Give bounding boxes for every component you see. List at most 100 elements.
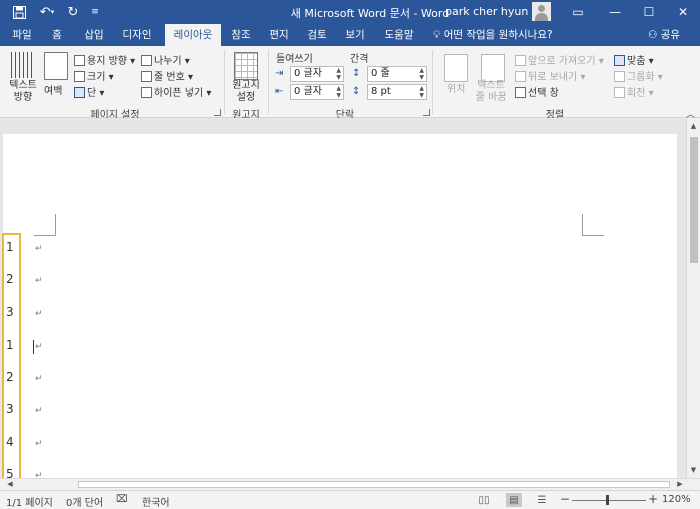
- spacing-before-input[interactable]: 0 줄 ▲ ▼: [367, 66, 427, 82]
- print-layout-icon[interactable]: ▤: [506, 493, 522, 507]
- horizontal-scroll-thumb[interactable]: [78, 481, 670, 488]
- zoom-out-button[interactable]: −: [560, 492, 570, 506]
- horizontal-scrollbar[interactable]: ◀ ▶: [0, 478, 700, 490]
- selection-pane-label: 선택 창: [528, 88, 559, 99]
- page-setup-launcher-icon[interactable]: [214, 109, 221, 116]
- language-indicator[interactable]: 한국어: [142, 494, 170, 509]
- breaks-label: 나누기: [154, 56, 182, 67]
- tab-design[interactable]: 디자인: [114, 24, 160, 46]
- rotate-label: 회전: [627, 88, 646, 99]
- zoom-level[interactable]: 120%: [662, 494, 691, 505]
- paragraph-mark-icon: ↵: [35, 406, 43, 416]
- vertical-scrollbar[interactable]: ▲ ▼: [686, 118, 700, 478]
- user-name[interactable]: park cher hyun: [445, 5, 528, 18]
- manuscript-icon: [234, 52, 258, 80]
- indent-right-input[interactable]: 0 글자 ▲ ▼: [290, 84, 344, 100]
- tab-insert[interactable]: 삽입: [76, 24, 112, 46]
- ruler: [0, 118, 686, 134]
- word-count[interactable]: 0개 단어: [66, 494, 103, 509]
- zoom-slider[interactable]: [572, 500, 646, 501]
- redo-icon[interactable]: ↻: [64, 3, 82, 21]
- hyphenation-label: 하이픈 넣기: [154, 88, 204, 99]
- paragraph-mark-icon: ↵: [35, 276, 43, 286]
- share-button[interactable]: ⚇ 공유: [648, 24, 680, 46]
- breaks-button[interactable]: 나누기 ▾: [141, 52, 190, 67]
- page-count[interactable]: 1/1 페이지: [6, 494, 53, 509]
- tab-home[interactable]: 홈: [46, 24, 68, 46]
- person-icon: ⚇: [648, 29, 658, 41]
- proofing-icon[interactable]: ⌧: [116, 494, 128, 505]
- tab-references[interactable]: 참조: [224, 24, 258, 46]
- tab-help[interactable]: 도움말: [376, 24, 422, 46]
- paragraph-launcher-icon[interactable]: [423, 109, 430, 116]
- hyphenation-button[interactable]: 하이픈 넣기 ▾: [141, 84, 211, 99]
- spinner-arrows-icon[interactable]: ▲ ▼: [336, 67, 341, 81]
- align-button[interactable]: 맞춤 ▾: [614, 52, 654, 67]
- indent-right-value: 0 글자: [294, 86, 322, 97]
- customize-icon[interactable]: ≡: [86, 3, 104, 21]
- paragraph-mark-icon: ↵: [35, 439, 43, 449]
- scroll-down-icon[interactable]: ▼: [687, 464, 700, 476]
- paragraph-mark-icon: ↵: [35, 244, 43, 254]
- paragraph-mark-icon: ↵: [35, 342, 43, 352]
- send-backward-button[interactable]: 뒤로 보내기 ▾: [515, 68, 585, 83]
- orientation-button[interactable]: 용지 방향 ▾: [74, 52, 135, 67]
- web-layout-icon[interactable]: ☰: [534, 493, 550, 507]
- line-numbers-icon: [141, 71, 152, 82]
- minimize-button[interactable]: —: [598, 0, 632, 24]
- avatar[interactable]: [532, 2, 551, 21]
- columns-icon: [74, 87, 85, 98]
- columns-button[interactable]: 단 ▾: [74, 84, 104, 99]
- group-button[interactable]: 그룹화 ▾: [614, 68, 663, 83]
- selection-pane-icon: [515, 87, 526, 98]
- tell-me-search[interactable]: 💡︎ 어떤 작업을 원하시나요?: [433, 24, 553, 46]
- position-icon: [444, 54, 468, 82]
- align-label: 맞춤: [627, 56, 646, 67]
- maximize-button[interactable]: ☐: [632, 0, 666, 24]
- send-backward-label: 뒤로 보내기: [528, 72, 578, 83]
- save-icon[interactable]: [10, 3, 28, 21]
- spinner-arrows-icon[interactable]: ▲ ▼: [336, 85, 341, 99]
- indent-left-input[interactable]: 0 글자 ▲ ▼: [290, 66, 344, 82]
- tab-view[interactable]: 보기: [338, 24, 372, 46]
- tab-file[interactable]: 파일: [6, 24, 38, 46]
- manuscript-settings-button[interactable]: 원고지 설정: [228, 80, 264, 104]
- close-button[interactable]: ✕: [666, 0, 700, 24]
- size-label: 크기: [87, 72, 106, 83]
- align-icon: [614, 55, 625, 66]
- bring-forward-icon: [515, 55, 526, 66]
- tell-me-label: 어떤 작업을 원하시나요?: [443, 29, 553, 41]
- paragraph-mark-icon: ↵: [35, 374, 43, 384]
- scroll-left-icon[interactable]: ◀: [4, 479, 16, 490]
- spacing-after-input[interactable]: 8 pt ▲ ▼: [367, 84, 427, 100]
- text-direction-button[interactable]: 텍스트 방향: [8, 80, 38, 104]
- spacing-before-icon: ↕: [352, 68, 361, 79]
- page[interactable]: 1 ↵ 2 ↵ 3 ↵ 1 ↵ 2 ↵ 3 ↵ 4 ↵ 5 ↵: [3, 134, 677, 478]
- bring-forward-button[interactable]: 앞으로 가져오기 ▾: [515, 52, 604, 67]
- tab-layout[interactable]: 레이아웃: [165, 24, 221, 46]
- tab-mailings[interactable]: 편지: [262, 24, 296, 46]
- spinner-arrows-icon[interactable]: ▲ ▼: [419, 67, 424, 81]
- scroll-up-icon[interactable]: ▲: [687, 120, 700, 132]
- read-mode-icon[interactable]: ▯▯: [476, 493, 492, 507]
- rotate-button[interactable]: 회전 ▾: [614, 84, 654, 99]
- margins-button[interactable]: 여백: [44, 82, 62, 97]
- zoom-slider-thumb[interactable]: [606, 495, 609, 505]
- line-numbers-button[interactable]: 줄 번호 ▾: [141, 68, 193, 83]
- tab-review[interactable]: 검토: [300, 24, 334, 46]
- spacing-after-value: 8 pt: [371, 86, 391, 97]
- spacing-after-icon: ↕: [352, 86, 361, 97]
- vertical-scroll-thumb[interactable]: [690, 137, 698, 263]
- scroll-right-icon[interactable]: ▶: [674, 479, 686, 490]
- wrap-text-button[interactable]: 텍스트 줄 바꿈: [472, 80, 510, 104]
- size-button[interactable]: 크기 ▾: [74, 68, 114, 83]
- breaks-icon: [141, 55, 152, 66]
- indent-header: 들여쓰기: [276, 54, 313, 65]
- spacing-header: 간격: [350, 54, 369, 65]
- undo-icon[interactable]: ↶ ▾: [34, 3, 60, 21]
- position-button[interactable]: 위치: [447, 80, 465, 95]
- zoom-in-button[interactable]: +: [648, 492, 658, 506]
- selection-pane-button[interactable]: 선택 창: [515, 84, 559, 99]
- ribbon-display-icon[interactable]: ▭: [561, 0, 595, 24]
- spinner-arrows-icon[interactable]: ▲ ▼: [419, 85, 424, 99]
